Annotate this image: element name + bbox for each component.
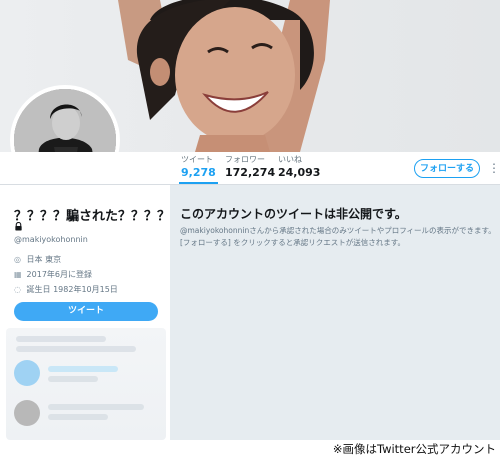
profile-birthday: ◌ 誕生日 1982年10月15日 (14, 284, 118, 295)
location-pin-icon: ◎ (14, 255, 21, 264)
profile-location: ◎ 日本 東京 (14, 254, 61, 265)
followers-stat-label: フォロワー (225, 155, 265, 164)
likes-stat-value: 24,093 (278, 166, 321, 179)
birthday-text: 誕生日 1982年10月15日 (26, 285, 118, 294)
balloon-icon: ◌ (14, 285, 21, 294)
profile-handle: @makiyokohonnin (14, 235, 88, 244)
followers-stat[interactable]: フォロワー 172,274 (225, 155, 275, 180)
tweet-button[interactable]: ツイート (14, 302, 158, 321)
more-options-icon[interactable]: ⋮ (488, 161, 500, 175)
tweets-stat-value: 9,278 (181, 166, 216, 179)
protected-notice-panel: このアカウントのツイートは非公開です。 @makiyokohonninさんから承… (170, 185, 500, 440)
protected-title: このアカウントのツイートは非公開です。 (180, 207, 407, 221)
location-text: 日本 東京 (26, 255, 62, 264)
blurred-media-panel (6, 328, 166, 440)
profile-name: ？？？？騙された？？？？ (14, 209, 171, 224)
likes-stat[interactable]: いいね 24,093 (278, 155, 320, 180)
protected-description: @makiyokohonninさんから承認された場合のみツイートやプロフィールの… (180, 226, 496, 247)
tweets-stat[interactable]: ツイート 9,278 (179, 155, 218, 184)
calendar-icon: ▦ (14, 270, 22, 279)
tweets-stat-label: ツイート (181, 155, 213, 164)
joined-text: 2017年6月に登録 (26, 270, 92, 279)
image-caption: ※画像はTwitter公式アカウント (332, 442, 496, 456)
followers-stat-value: 172,274 (225, 166, 276, 179)
profile-joined: ▦ 2017年6月に登録 (14, 269, 92, 280)
likes-stat-label: いいね (278, 155, 302, 164)
follow-button[interactable]: フォローする (414, 159, 480, 178)
lock-icon (15, 222, 22, 231)
